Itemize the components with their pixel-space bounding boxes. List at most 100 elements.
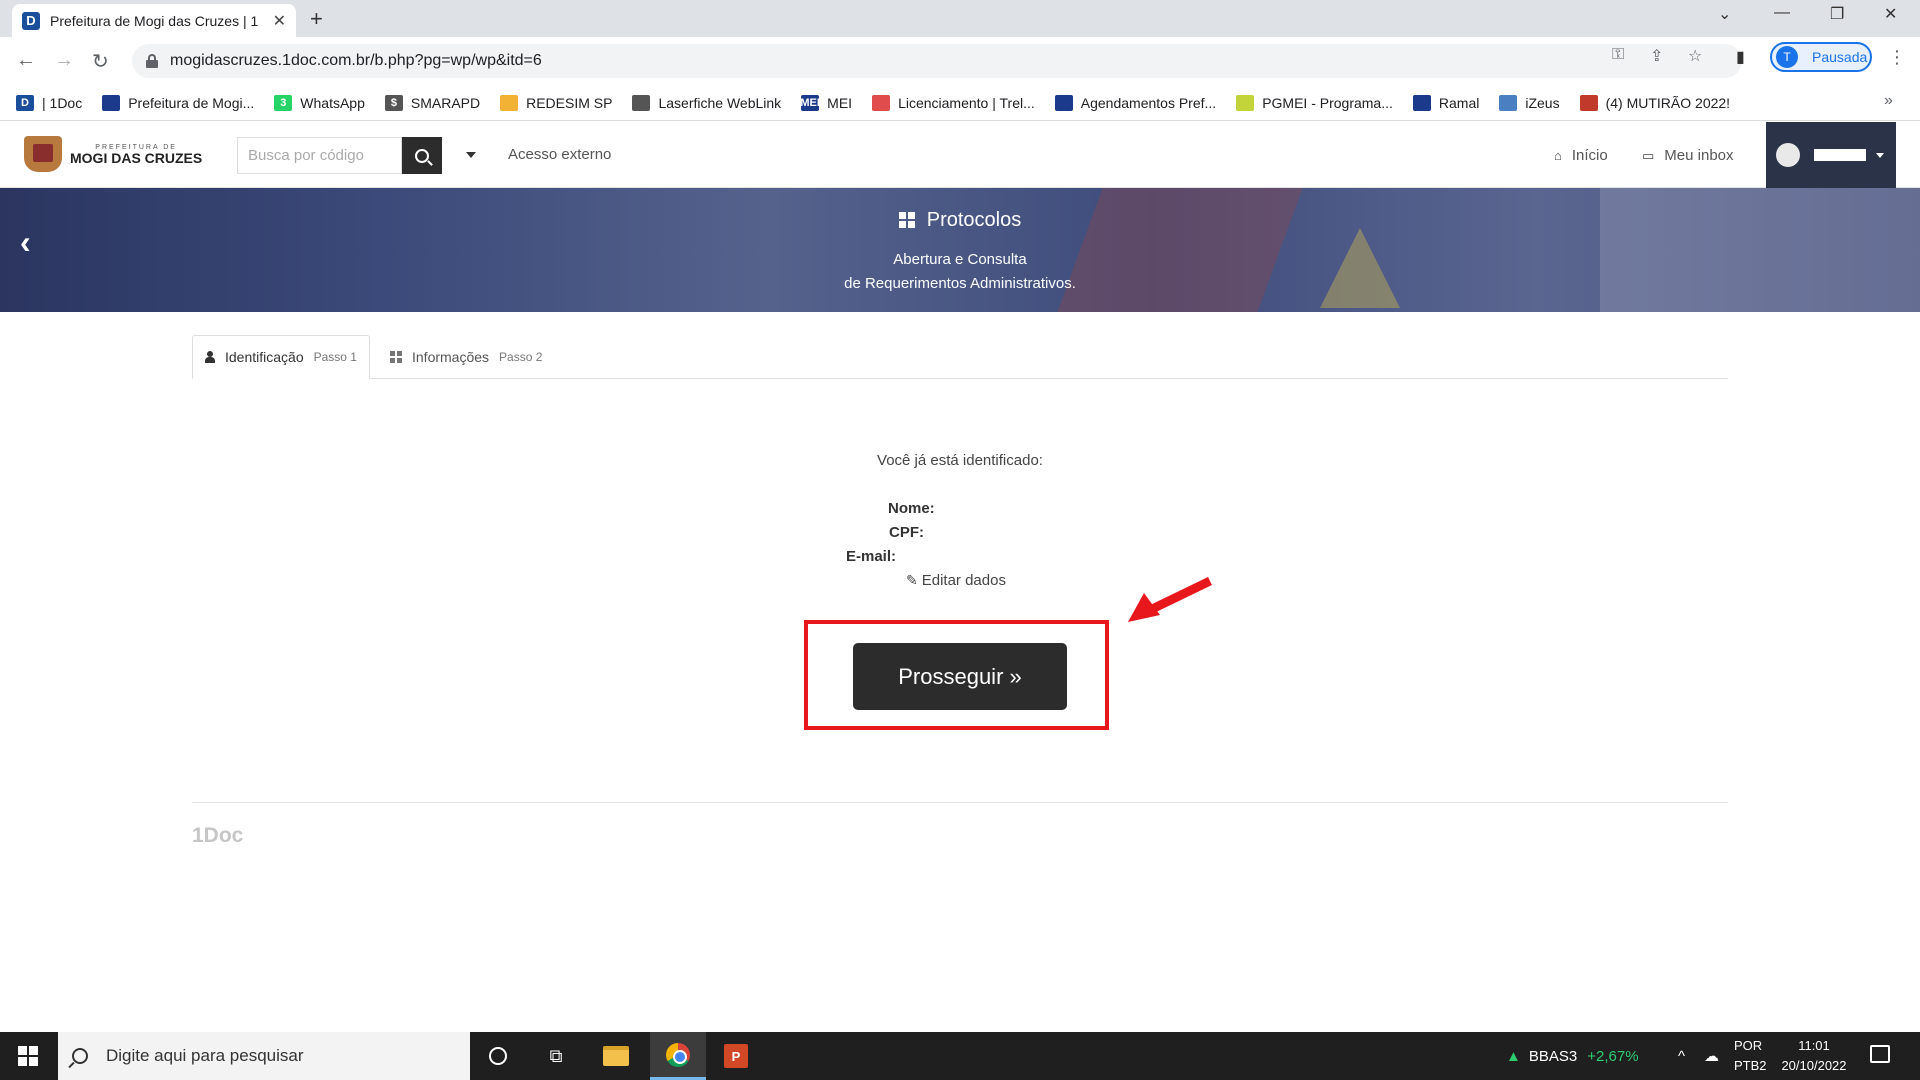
- star-icon[interactable]: ☆: [1688, 46, 1702, 66]
- windows-start-icon[interactable]: [18, 1046, 38, 1066]
- inbox-icon: ▭: [1642, 147, 1655, 163]
- identified-message: Você já está identificado:: [877, 452, 1043, 469]
- grid-icon: [390, 351, 402, 363]
- clock-date: 20/10/2022: [1781, 1058, 1847, 1073]
- key-icon[interactable]: ⚿: [1612, 46, 1624, 64]
- bookmark-item[interactable]: Ramal: [1412, 94, 1479, 111]
- dollar-icon: $: [384, 94, 403, 111]
- chrome-menu-icon[interactable]: ⋮: [1888, 47, 1906, 68]
- stock-up-icon: ▲: [1506, 1047, 1521, 1065]
- prosseguir-button[interactable]: Prosseguir »: [853, 643, 1067, 710]
- bookmark-item[interactable]: PGMEI - Programa...: [1236, 94, 1393, 111]
- bookmark-label: iZeus: [1525, 94, 1560, 111]
- page-banner: ‹ Protocolos Abertura e Consulta de Requ…: [0, 188, 1920, 312]
- chrome-icon: [666, 1042, 690, 1067]
- stock-widget[interactable]: ▲ BBAS3 +2,67%: [1506, 1032, 1639, 1080]
- cortana-icon: [489, 1047, 507, 1065]
- share-icon[interactable]: ⇪: [1650, 46, 1663, 66]
- chrome-taskbar-button[interactable]: [650, 1032, 706, 1080]
- task-view-button[interactable]: ⧉: [530, 1032, 582, 1080]
- whatsapp-icon: 3: [274, 94, 293, 111]
- powerpoint-icon: P: [724, 1044, 748, 1068]
- user-icon: [205, 351, 215, 363]
- bookmark-item[interactable]: Licenciamento | Trel...: [872, 94, 1035, 111]
- tab-favicon-icon: D: [22, 11, 40, 30]
- banner-subtitle-line2: de Requerimentos Administrativos.: [844, 275, 1076, 292]
- banner-title: Protocolos: [0, 209, 1920, 232]
- forward-arrow-icon[interactable]: →: [54, 49, 74, 72]
- bookmark-label: MEI: [827, 94, 853, 111]
- clock[interactable]: 11:01 20/10/2022: [1776, 1036, 1852, 1076]
- browser-tab[interactable]: D Prefeitura de Mogi das Cruzes | 1 ✕: [12, 4, 296, 37]
- search-button[interactable]: [402, 137, 442, 174]
- taskbar-search-placeholder: Digite aqui para pesquisar: [106, 1046, 304, 1065]
- footer-brand: 1Doc: [192, 824, 244, 847]
- new-tab-button[interactable]: +: [310, 6, 323, 32]
- language-indicator[interactable]: POR PTB2: [1734, 1036, 1767, 1076]
- file-explorer-button[interactable]: [590, 1032, 642, 1080]
- bookmark-item[interactable]: D | 1Doc: [16, 94, 82, 111]
- profile-button[interactable]: T Pausada: [1770, 42, 1872, 72]
- acesso-externo-link[interactable]: Acesso externo: [508, 146, 611, 163]
- minimize-button[interactable]: —: [1774, 4, 1790, 22]
- home-icon: ⌂: [1554, 148, 1562, 163]
- folder-icon: [603, 1046, 629, 1066]
- lang-line1: POR: [1734, 1038, 1763, 1053]
- stock-change: +2,67%: [1587, 1047, 1639, 1065]
- prefeitura-logo[interactable]: PREFEITURA DE MOGI DAS CRUZES: [24, 136, 202, 172]
- crest-icon: [24, 136, 62, 172]
- user-menu[interactable]: [1766, 122, 1896, 188]
- bookmark-item[interactable]: (4) MUTIRÃO 2022!: [1579, 94, 1731, 111]
- tab-identificacao[interactable]: Identificação Passo 1: [192, 335, 370, 379]
- redesim-icon: [500, 94, 519, 111]
- tray-chevron-icon[interactable]: ^: [1678, 1032, 1685, 1080]
- address-bar[interactable]: mogidascruzes.1doc.com.br/b.php?pg=wp/wp…: [132, 44, 1742, 78]
- step-tabs: Identificação Passo 1 Informações Passo …: [192, 335, 1728, 379]
- 1doc-icon: D: [16, 94, 34, 111]
- edit-data-link[interactable]: ✎ Editar dados: [906, 572, 1006, 589]
- bookmark-item[interactable]: $ SMARAPD: [384, 94, 481, 111]
- bookmark-item[interactable]: iZeus: [1499, 94, 1560, 111]
- windows-taskbar: Digite aqui para pesquisar ⧉ P ▲ BBAS3 +…: [0, 1032, 1920, 1080]
- back-arrow-icon[interactable]: ←: [16, 49, 36, 72]
- code-search-input[interactable]: Busca por código: [237, 137, 402, 174]
- bookmark-label: (4) MUTIRÃO 2022!: [1605, 94, 1731, 111]
- powerpoint-taskbar-button[interactable]: P: [710, 1032, 762, 1080]
- close-window-button[interactable]: ✕: [1884, 4, 1897, 24]
- meu-inbox-link[interactable]: ▭ Meu inbox: [1642, 147, 1734, 164]
- url-text: mogidascruzes.1doc.com.br/b.php?pg=wp/wp…: [170, 52, 542, 69]
- bookmark-item[interactable]: 3 WhatsApp: [274, 94, 365, 111]
- cpf-label: CPF:: [889, 524, 924, 541]
- more-bookmarks-icon[interactable]: »: [1884, 92, 1893, 110]
- inicio-link[interactable]: ⌂ Início: [1554, 147, 1608, 164]
- taskbar-search-input[interactable]: Digite aqui para pesquisar: [58, 1032, 470, 1080]
- bookmark-item[interactable]: MEI MEI: [800, 94, 853, 111]
- browser-toolbar: ← → ↻ mogidascruzes.1doc.com.br/b.php?pg…: [0, 37, 1920, 85]
- bookmark-item[interactable]: REDESIM SP: [500, 94, 612, 111]
- flag-icon: [102, 94, 121, 111]
- cortana-button[interactable]: [472, 1032, 524, 1080]
- notification-icon[interactable]: [1870, 1045, 1890, 1063]
- tab-search-chevron-icon[interactable]: ⌄: [1718, 4, 1731, 24]
- side-panel-icon[interactable]: ▮: [1736, 47, 1745, 67]
- tab-informacoes-step: Passo 2: [499, 350, 543, 364]
- bookmark-item[interactable]: Prefeitura de Mogi...: [102, 94, 254, 111]
- lang-line2: PTB2: [1734, 1058, 1767, 1073]
- laserfiche-icon: [632, 94, 651, 111]
- pencil-icon: ✎: [906, 572, 918, 588]
- restore-button[interactable]: ❐: [1830, 4, 1844, 24]
- user-avatar: [1776, 143, 1800, 167]
- browser-tab-strip: D Prefeitura de Mogi das Cruzes | 1 ✕ + …: [0, 0, 1920, 37]
- annotation-arrow-icon: [1128, 576, 1212, 622]
- user-name-redacted: [1814, 149, 1866, 161]
- bookmark-label: Laserfiche WebLink: [658, 94, 782, 111]
- bookmark-item[interactable]: Laserfiche WebLink: [632, 94, 782, 111]
- tab-informacoes[interactable]: Informações Passo 2: [378, 335, 554, 379]
- tab-close-icon[interactable]: ✕: [273, 11, 286, 31]
- search-options-caret-icon[interactable]: [466, 152, 476, 158]
- email-label: E-mail:: [846, 548, 897, 565]
- reload-icon[interactable]: ↻: [92, 49, 109, 74]
- network-icon[interactable]: ☁: [1704, 1032, 1719, 1080]
- bookmark-label: SMARAPD: [410, 94, 481, 111]
- bookmark-item[interactable]: Agendamentos Pref...: [1054, 94, 1216, 111]
